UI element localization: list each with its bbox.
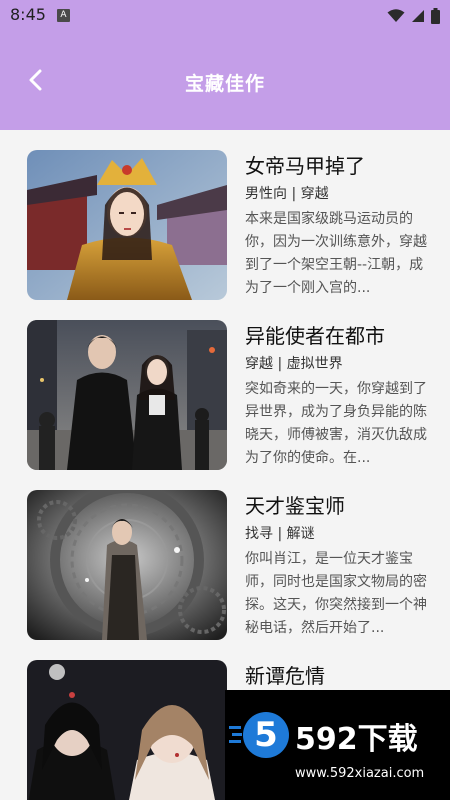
book-tags: 穿越 | 虚拟世界 bbox=[245, 356, 343, 372]
signal-icon bbox=[412, 10, 424, 22]
book-description: 突如奇来的一天，你穿越到了异世界，成为了身负异能的陈晓天，师傅被害，消灭仇敌成为… bbox=[245, 381, 427, 466]
battery-icon bbox=[431, 8, 440, 24]
book-tags: 找寻 | 解谜 bbox=[245, 526, 315, 542]
book-cover-image[interactable] bbox=[27, 490, 227, 640]
status-icons bbox=[387, 6, 440, 26]
book-description: 本来是国家级跳马运动员的你，因为一次训练意外，穿越到了一个架空王朝--江朝，成为… bbox=[245, 211, 427, 296]
wifi-icon bbox=[387, 9, 405, 22]
book-card-1[interactable]: 女帝马甲掉了 男性向 | 穿越 本来是国家级跳马运动员的你，因为一次训练意外，穿… bbox=[27, 150, 427, 300]
site-watermark: 5 592下载 www.592xiazai.com bbox=[225, 690, 450, 800]
speed-lines-icon bbox=[229, 726, 242, 743]
book-card-2[interactable]: 异能使者在都市 穿越 | 虚拟世界 突如奇来的一天，你穿越到了异世界，成为了身负… bbox=[27, 320, 427, 470]
book-title[interactable]: 异能使者在都市 bbox=[245, 320, 385, 349]
book-title[interactable]: 新谭危情 bbox=[245, 660, 325, 689]
book-cover-image[interactable] bbox=[27, 150, 227, 300]
status-bar: 8:45 A bbox=[0, 0, 450, 32]
watermark-brand: 592下载 bbox=[295, 722, 418, 757]
book-cover-image[interactable] bbox=[27, 660, 227, 800]
app-header: 宝藏佳作 bbox=[0, 32, 450, 130]
book-description: 你叫肖江，是一位天才鉴宝师，同时也是国家文物局的密探。这天，你突然接到一个神秘电… bbox=[245, 551, 427, 636]
page-title: 宝藏佳作 bbox=[184, 73, 265, 95]
book-tags: 男性向 | 穿越 bbox=[245, 186, 329, 202]
status-time: 8:45 bbox=[10, 5, 46, 24]
book-card-3[interactable]: 天才鉴宝师 找寻 | 解谜 你叫肖江，是一位天才鉴宝师，同时也是国家文物局的密探… bbox=[27, 490, 427, 640]
notification-badge: A bbox=[57, 9, 70, 22]
watermark-logo-icon: 5 bbox=[243, 712, 289, 758]
book-title[interactable]: 女帝马甲掉了 bbox=[245, 150, 365, 179]
book-cover-image[interactable] bbox=[27, 320, 227, 470]
watermark-url: www.592xiazai.com bbox=[295, 766, 425, 781]
book-title[interactable]: 天才鉴宝师 bbox=[245, 490, 345, 519]
